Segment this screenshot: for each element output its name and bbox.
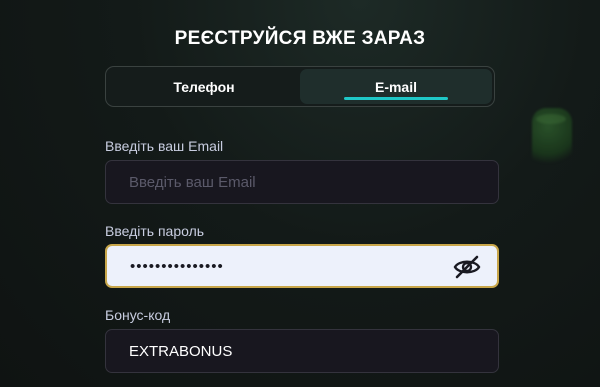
bonus-code-label: Бонус-код: [105, 307, 171, 323]
bonus-code-value: EXTRABONUS: [129, 342, 233, 360]
tab-phone[interactable]: Телефон: [108, 69, 300, 104]
password-value: •••••••••••••••: [130, 257, 224, 275]
tab-email[interactable]: E-mail: [300, 69, 492, 104]
email-label: Введіть ваш Email: [105, 138, 224, 154]
email-placeholder: Введіть ваш Email: [129, 173, 256, 191]
bonus-code-field[interactable]: EXTRABONUS: [105, 329, 499, 373]
email-field[interactable]: Введіть ваш Email: [105, 160, 499, 204]
active-tab-indicator: [344, 97, 448, 100]
page-title: РЕЄСТРУЙСЯ ВЖЕ ЗАРАЗ: [174, 28, 426, 49]
casino-chip-decoration: [532, 108, 572, 170]
eye-off-icon[interactable]: [453, 255, 481, 279]
password-field[interactable]: •••••••••••••••: [105, 244, 499, 288]
tab-email-label: E-mail: [374, 78, 417, 95]
registration-method-tabs: Телефон E-mail: [105, 66, 495, 107]
password-label: Введіть пароль: [105, 223, 205, 239]
tab-phone-label: Телефон: [173, 78, 235, 95]
